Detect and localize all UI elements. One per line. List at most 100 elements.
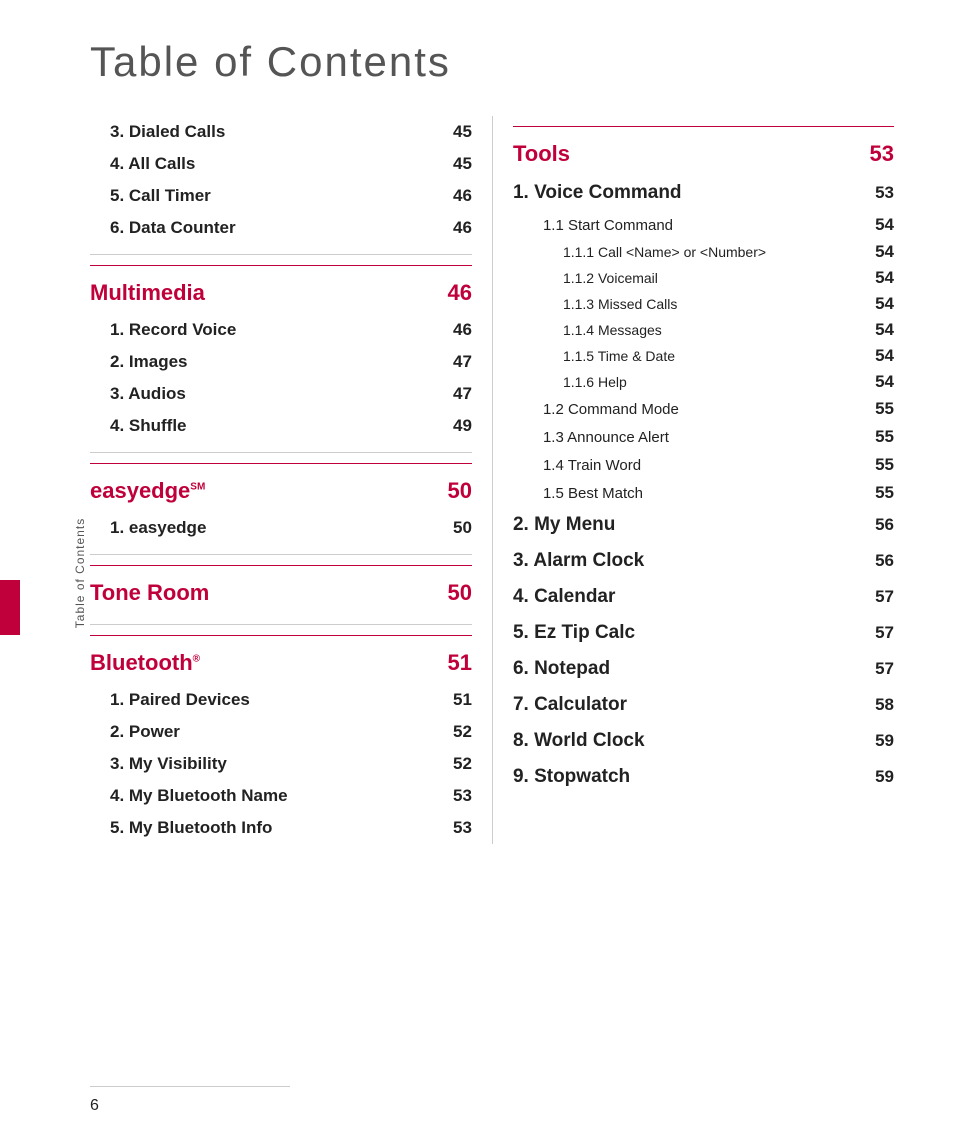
entry-page: 54 <box>854 372 894 392</box>
section-label: Tools <box>513 141 570 167</box>
entry-page: 54 <box>854 268 894 288</box>
entry-label: 1.2 Command Mode <box>543 401 854 418</box>
toc-entry: 6. Notepad57 <box>513 651 894 687</box>
right-column: Tools531. Voice Command531.1 Start Comma… <box>492 116 894 844</box>
toc-entry: 1. Paired Devices51 <box>90 684 472 716</box>
footer-number: 6 <box>90 1097 99 1115</box>
toc-entry: 1.1.2 Voicemail54 <box>513 265 894 291</box>
toc-entry: 1.1.5 Time & Date54 <box>513 343 894 369</box>
section-divider <box>90 554 472 555</box>
entry-label: 6. Notepad <box>513 658 854 680</box>
left-column: 3. Dialed Calls454. All Calls455. Call T… <box>90 116 492 844</box>
section-header: Tone Room50 <box>90 565 472 614</box>
toc-entry: 1.4 Train Word55 <box>513 451 894 479</box>
toc-entry: 5. Ez Tip Calc57 <box>513 615 894 651</box>
footer-line <box>90 1086 290 1087</box>
section-page: 50 <box>447 580 471 606</box>
toc-entry: 5. Call Timer46 <box>90 180 472 212</box>
entry-label: 1. easyedge <box>110 518 432 538</box>
entry-label: 4. All Calls <box>110 154 432 174</box>
toc-entry: 2. My Menu56 <box>513 507 894 543</box>
entry-label: 2. My Menu <box>513 514 854 536</box>
entry-page: 58 <box>854 695 894 715</box>
toc-entry: 5. My Bluetooth Info53 <box>90 812 472 844</box>
entry-page: 56 <box>854 551 894 571</box>
entry-page: 53 <box>432 786 472 806</box>
section-page: 53 <box>870 141 894 167</box>
section-page: 46 <box>447 280 471 306</box>
section-header: Bluetooth® 51 <box>90 635 472 684</box>
entry-page: 46 <box>432 218 472 238</box>
entry-page: 59 <box>854 767 894 787</box>
entry-label: 1.5 Best Match <box>543 485 854 502</box>
entry-label: 1.3 Announce Alert <box>543 429 854 446</box>
entry-label: 1.1.1 Call <Name> or <Number> <box>563 244 854 260</box>
toc-entry: 1.1.1 Call <Name> or <Number>54 <box>513 239 894 265</box>
entry-page: 54 <box>854 320 894 340</box>
entry-label: 3. Dialed Calls <box>110 122 432 142</box>
entry-label: 4. Shuffle <box>110 416 432 436</box>
toc-entry: 8. World Clock59 <box>513 723 894 759</box>
entry-page: 45 <box>432 154 472 174</box>
section-header: Multimedia46 <box>90 265 472 314</box>
entry-label: 7. Calculator <box>513 694 854 716</box>
toc-entry: 1. easyedge50 <box>90 512 472 544</box>
toc-entry: 1.1 Start Command54 <box>513 211 894 239</box>
entry-page: 47 <box>432 352 472 372</box>
toc-entry: 3. Dialed Calls45 <box>90 116 472 148</box>
section-label: easyedgeSM <box>90 478 205 504</box>
entry-label: 1.4 Train Word <box>543 457 854 474</box>
entry-page: 47 <box>432 384 472 404</box>
entry-label: 1. Record Voice <box>110 320 432 340</box>
toc-entry: 4. Calendar57 <box>513 579 894 615</box>
entry-page: 57 <box>854 587 894 607</box>
entry-label: 6. Data Counter <box>110 218 432 238</box>
entry-page: 52 <box>432 722 472 742</box>
entry-page: 49 <box>432 416 472 436</box>
entry-label: 1. Paired Devices <box>110 690 432 710</box>
sidebar-label: Table of Contents <box>73 493 87 653</box>
entry-page: 54 <box>854 294 894 314</box>
toc-entry: 1.5 Best Match55 <box>513 479 894 507</box>
toc-entry: 3. Audios47 <box>90 378 472 410</box>
entry-page: 45 <box>432 122 472 142</box>
entry-page: 54 <box>854 215 894 235</box>
toc-entry: 2. Power52 <box>90 716 472 748</box>
entry-label: 3. Audios <box>110 384 432 404</box>
entry-page: 54 <box>854 346 894 366</box>
entry-label: 9. Stopwatch <box>513 766 854 788</box>
entry-label: 3. Alarm Clock <box>513 550 854 572</box>
toc-entry: 3. Alarm Clock56 <box>513 543 894 579</box>
toc-entry: 1.2 Command Mode55 <box>513 395 894 423</box>
section-label: Bluetooth® <box>90 650 200 676</box>
entry-label: 4. My Bluetooth Name <box>110 786 432 806</box>
entry-page: 55 <box>854 455 894 475</box>
entry-page: 57 <box>854 659 894 679</box>
toc-entry: 1.1.3 Missed Calls54 <box>513 291 894 317</box>
toc-entry: 4. My Bluetooth Name53 <box>90 780 472 812</box>
entry-label: 2. Images <box>110 352 432 372</box>
toc-entry: 7. Calculator58 <box>513 687 894 723</box>
section-header: Tools 53 <box>513 126 894 175</box>
entry-label: 5. Ez Tip Calc <box>513 622 854 644</box>
entry-page: 55 <box>854 427 894 447</box>
entry-label: 1.1 Start Command <box>543 217 854 234</box>
entry-page: 51 <box>432 690 472 710</box>
entry-label: 3. My Visibility <box>110 754 432 774</box>
entry-label: 8. World Clock <box>513 730 854 752</box>
content-area: 3. Dialed Calls454. All Calls455. Call T… <box>0 116 954 844</box>
toc-entry: 3. My Visibility52 <box>90 748 472 780</box>
toc-entry: 4. Shuffle49 <box>90 410 472 442</box>
entry-label: 4. Calendar <box>513 586 854 608</box>
section-header: easyedgeSM50 <box>90 463 472 512</box>
toc-entry: 2. Images47 <box>90 346 472 378</box>
toc-entry: 1.1.4 Messages54 <box>513 317 894 343</box>
toc-entry: 4. All Calls45 <box>90 148 472 180</box>
entry-page: 54 <box>854 242 894 262</box>
entry-label: 1.1.4 Messages <box>563 322 854 338</box>
page-title: Table of Contents <box>0 0 954 116</box>
toc-entry: 6. Data Counter46 <box>90 212 472 244</box>
entry-page: 56 <box>854 515 894 535</box>
toc-entry: 1.1.6 Help54 <box>513 369 894 395</box>
section-page: 51 <box>447 650 471 676</box>
